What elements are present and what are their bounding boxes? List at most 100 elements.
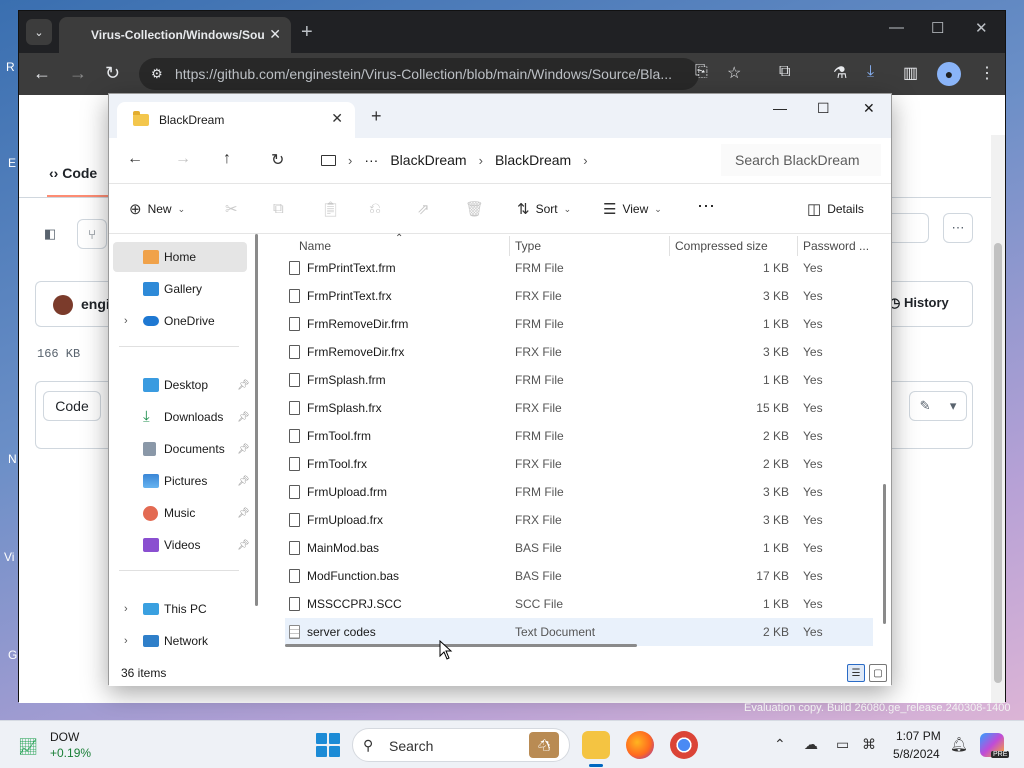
table-row[interactable]: FrmTool.frx FRX File 2 KB Yes	[285, 450, 873, 478]
forward-icon[interactable]: →	[175, 150, 191, 168]
table-row[interactable]: FrmUpload.frm FRM File 3 KB Yes	[285, 478, 873, 506]
breadcrumb-item[interactable]: BlackDream	[495, 152, 571, 168]
column-divider[interactable]	[797, 236, 798, 256]
tab-close-icon[interactable]: ✕	[269, 26, 281, 43]
chevron-right-icon[interactable]: ›	[348, 153, 352, 168]
close-icon[interactable]: ✕	[975, 19, 988, 37]
explorer-tab[interactable]: BlackDream ✕	[117, 102, 355, 138]
minimize-icon[interactable]: —	[889, 19, 904, 36]
notification-bell-icon[interactable]: 🔔︎	[950, 736, 968, 753]
nav-item-home[interactable]: Home	[113, 242, 247, 272]
cloud-sync-icon[interactable]: ☁	[804, 736, 818, 753]
reload-icon[interactable]: ↻	[105, 63, 120, 84]
scrollbar-thumb[interactable]	[994, 243, 1002, 683]
up-icon[interactable]: ↑	[223, 150, 231, 168]
pin-icon[interactable]: 📌︎	[237, 508, 250, 519]
table-row[interactable]: MSSCCPRJ.SCC SCC File 1 KB Yes	[285, 590, 873, 618]
pin-icon[interactable]: 📌︎	[237, 540, 250, 551]
nav-item-desktop[interactable]: Desktop 📌︎	[113, 370, 250, 400]
nav-item-downloads[interactable]: ⤓ Downloads 📌︎	[113, 402, 250, 432]
chevron-right-icon[interactable]: ›	[479, 153, 483, 168]
profile-icon[interactable]: ●	[937, 62, 961, 86]
column-divider[interactable]	[509, 236, 510, 256]
breadcrumb[interactable]: › ··· BlackDream › BlackDream ›	[309, 144, 713, 176]
firefox-taskbar-icon[interactable]	[626, 731, 654, 759]
commit-author[interactable]: engi	[81, 296, 110, 312]
this-pc-icon[interactable]	[321, 154, 336, 166]
tab-search-button[interactable]: ⌄	[26, 19, 52, 45]
sort-button[interactable]: ⇅ Sort ⌄	[517, 200, 571, 218]
start-button[interactable]	[314, 731, 342, 759]
more-options-icon[interactable]: ⋯	[943, 213, 973, 243]
pin-icon[interactable]: 📌︎	[237, 476, 250, 487]
tiles-view-icon[interactable]: ▢	[869, 664, 887, 682]
site-info-icon[interactable]: ⚙	[151, 66, 163, 82]
table-row[interactable]: FrmPrintText.frx FRX File 3 KB Yes	[285, 282, 873, 310]
chevron-right-icon[interactable]: ›	[124, 635, 128, 647]
new-tab-button[interactable]: +	[371, 106, 382, 127]
details-view-icon[interactable]: ☰	[847, 664, 865, 682]
back-icon[interactable]: ←	[127, 150, 143, 168]
address-bar[interactable]: ⚙ https://github.com/enginestein/Virus-C…	[139, 58, 699, 90]
maximize-icon[interactable]: ☐	[931, 19, 944, 37]
bookmark-star-icon[interactable]: ☆	[727, 63, 741, 83]
table-row[interactable]: FrmRemoveDir.frm FRM File 1 KB Yes	[285, 310, 873, 338]
chevron-up-icon[interactable]: ⌃	[774, 736, 786, 753]
nav-item-this-pc[interactable]: › This PC	[113, 594, 247, 624]
downloads-icon[interactable]: ⤓	[867, 63, 874, 81]
table-row[interactable]: FrmSplash.frm FRM File 1 KB Yes	[285, 366, 873, 394]
chevron-right-icon[interactable]: ›	[124, 315, 128, 327]
minimize-icon[interactable]: —	[773, 100, 787, 116]
paste-button[interactable]: 📋︎	[321, 200, 340, 218]
delete-button[interactable]: 🗑︎	[465, 200, 484, 218]
refresh-icon[interactable]: ↻	[271, 150, 284, 170]
stock-trend-icon[interactable]: 📈︎	[18, 737, 38, 757]
overflow-icon[interactable]: ···	[364, 152, 378, 168]
clock-time[interactable]: 1:07 PM	[896, 729, 941, 743]
stock-name[interactable]: DOW	[50, 730, 79, 744]
table-row[interactable]: FrmTool.frm FRM File 2 KB Yes	[285, 422, 873, 450]
close-icon[interactable]: ✕	[863, 100, 875, 117]
horizontal-scrollbar[interactable]	[285, 644, 637, 647]
page-scrollbar[interactable]	[991, 135, 1005, 703]
table-row[interactable]: ModFunction.bas BAS File 17 KB Yes	[285, 562, 873, 590]
cut-button[interactable]: ✂	[225, 200, 238, 218]
network-icon[interactable]: ⌘	[862, 736, 876, 753]
labs-icon[interactable]: ⚗	[833, 63, 847, 83]
table-row[interactable]: FrmSplash.frx FRX File 15 KB Yes	[285, 394, 873, 422]
pin-icon[interactable]: 📌︎	[237, 444, 250, 455]
nav-item-documents[interactable]: Documents 📌︎	[113, 434, 250, 464]
sidebar-toggle-icon[interactable]: ◧	[35, 219, 65, 249]
file-explorer-taskbar-icon[interactable]	[582, 731, 610, 759]
back-icon[interactable]: ←	[33, 63, 51, 84]
stock-change[interactable]: +0.19%	[50, 746, 91, 760]
view-button[interactable]: ☰ View ⌄	[603, 200, 662, 218]
table-row[interactable]: MainMod.bas BAS File 1 KB Yes	[285, 534, 873, 562]
more-options-button[interactable]: ⋯	[697, 196, 715, 217]
extensions-icon[interactable]: ⧉	[779, 63, 790, 81]
code-view-button[interactable]: Code	[43, 391, 101, 421]
nav-scrollbar[interactable]	[255, 234, 258, 606]
maximize-icon[interactable]: ☐	[817, 100, 830, 117]
new-tab-button[interactable]: +	[301, 21, 313, 44]
copy-button[interactable]: ⧉	[273, 200, 284, 217]
new-button[interactable]: ⊕ New ⌄	[129, 200, 185, 218]
table-row[interactable]: FrmUpload.frx FRX File 3 KB Yes	[285, 506, 873, 534]
column-divider[interactable]	[669, 236, 670, 256]
chevron-right-icon[interactable]: ›	[583, 153, 587, 168]
browser-tab[interactable]: Virus-Collection/Windows/Sou ✕	[59, 17, 291, 53]
history-button[interactable]: ◷ History	[889, 295, 949, 311]
install-app-icon[interactable]: ⎘	[695, 63, 708, 81]
share-button[interactable]: ⇗	[417, 200, 430, 218]
nav-item-pictures[interactable]: Pictures 📌︎	[113, 466, 250, 496]
nav-item-onedrive[interactable]: › OneDrive	[113, 306, 247, 336]
display-icon[interactable]: ▭	[836, 736, 849, 753]
table-row[interactable]: FrmRemoveDir.frx FRX File 3 KB Yes	[285, 338, 873, 366]
nav-item-network[interactable]: › Network	[113, 626, 247, 656]
nav-item-gallery[interactable]: Gallery	[113, 274, 247, 304]
pin-icon[interactable]: 📌︎	[237, 412, 250, 423]
nav-item-videos[interactable]: Videos 📌︎	[113, 530, 250, 560]
details-button[interactable]: ◫ Details	[807, 200, 864, 218]
clock-date[interactable]: 5/8/2024	[893, 747, 940, 761]
taskbar-search[interactable]: ⚲ Search 🐴︎	[352, 728, 570, 762]
